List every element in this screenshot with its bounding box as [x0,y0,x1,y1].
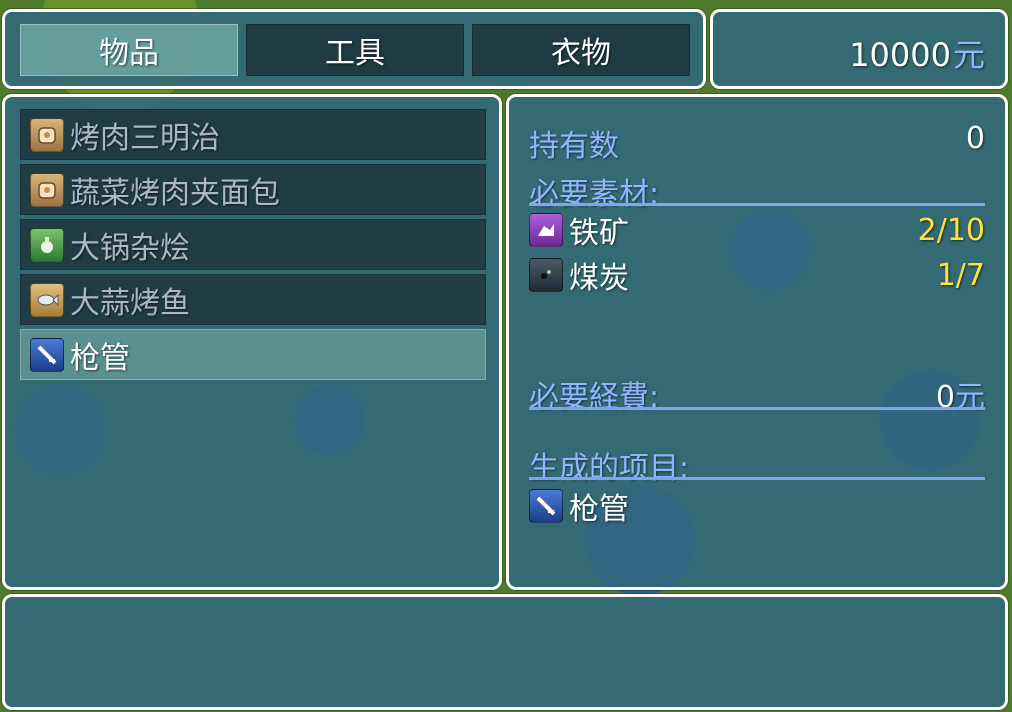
material-row: 铁矿 2/10 [529,211,985,251]
stew-icon [30,227,64,262]
tab-items[interactable]: 物品 [20,24,238,76]
material-name: 铁矿 [569,216,629,251]
gold-window: 10000元 [710,9,1008,89]
owned-label: 持有数 [529,129,619,164]
help-window [2,594,1008,710]
fish-icon [30,282,64,317]
result-label: 生成的项目: [529,451,690,486]
gold-display: 10000元 [849,30,985,76]
owned-value: 0 [965,121,985,156]
recipe-detail-window: 持有数 0 必要素材: 铁矿 2/10 煤炭 1/7 必要経費: 0元 生成的项… [506,94,1008,590]
result-name: 枪管 [569,492,629,527]
gun-barrel-icon [30,337,64,372]
material-row: 煤炭 1/7 [529,256,985,296]
gold-unit: 元 [952,36,985,74]
list-item[interactable]: 大锅杂烩 [20,219,486,270]
result-divider [529,477,985,480]
iron-ore-icon [529,213,563,247]
category-tabs-window: 物品 工具 衣物 [2,9,706,89]
material-count: 1/7 [936,257,985,293]
coal-icon [529,258,563,292]
list-item[interactable]: 枪管 [20,329,486,380]
materials-label: 必要素材: [529,177,660,212]
material-count: 2/10 [917,212,985,248]
recipe-list-window: 烤肉三明治 蔬菜烤肉夹面包 大锅杂烩 大蒜烤鱼 枪管 [2,94,502,590]
sandwich-icon [30,117,64,152]
list-item[interactable]: 蔬菜烤肉夹面包 [20,164,486,215]
tab-clothing[interactable]: 衣物 [472,24,690,76]
list-item[interactable]: 大蒜烤鱼 [20,274,486,325]
materials-divider [529,203,985,206]
list-item-label: 烤肉三明治 [70,120,220,156]
gold-amount: 10000 [849,36,951,74]
list-item-label: 蔬菜烤肉夹面包 [70,175,280,211]
list-item-label: 大锅杂烩 [70,230,190,266]
material-name: 煤炭 [569,261,629,296]
cost-divider [529,407,985,410]
list-item[interactable]: 烤肉三明治 [20,109,486,160]
bread-icon [30,172,64,207]
list-item-label: 大蒜烤鱼 [70,285,190,321]
result-row: 枪管 [529,487,985,527]
gun-barrel-icon [529,489,563,523]
tab-tools[interactable]: 工具 [246,24,464,76]
list-item-label: 枪管 [70,340,130,376]
